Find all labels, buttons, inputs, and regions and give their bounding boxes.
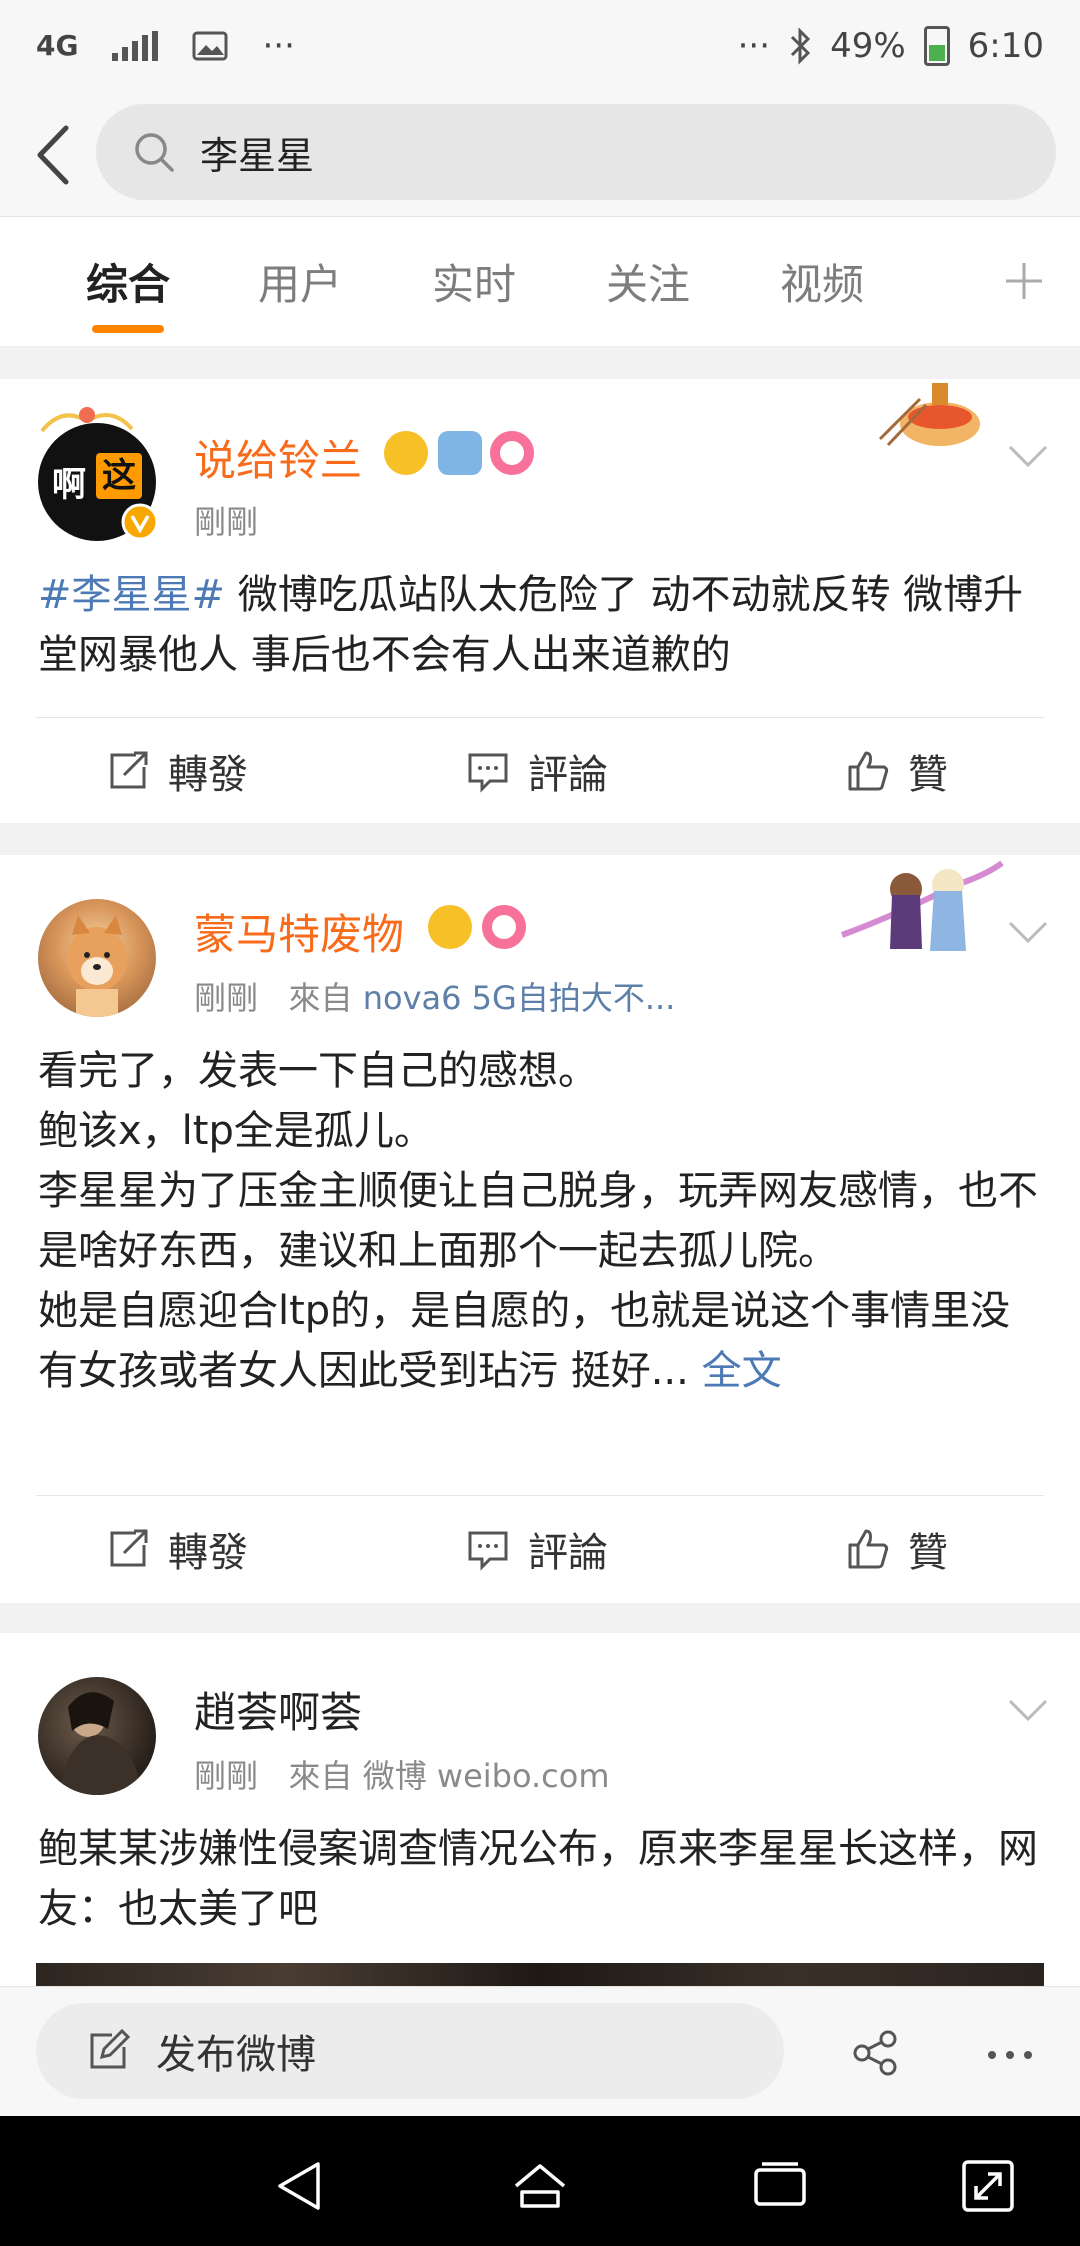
source-prefix: 來自 xyxy=(288,1757,353,1795)
shiba-dog-image xyxy=(67,915,127,1017)
signal-icon xyxy=(112,31,159,61)
post-text-line: 李星星为了压金主顺便让自己脱身，玩弄网友感情，也不是啥好东西，建议和上面那个一起… xyxy=(38,1168,1038,1274)
network-type: 4G xyxy=(36,29,79,62)
source-prefix: 來自 xyxy=(288,979,353,1017)
thumbs-up-icon xyxy=(848,1529,889,1569)
donut-badge-icon xyxy=(482,905,526,949)
post-image[interactable] xyxy=(36,1963,1044,1986)
back-arrow-icon[interactable] xyxy=(26,120,86,190)
tab-following[interactable]: 关注 xyxy=(606,251,690,312)
nav-back-icon[interactable] xyxy=(272,2158,328,2214)
nav-recents-icon[interactable] xyxy=(752,2158,808,2214)
avatar-text: 这 xyxy=(96,453,142,499)
chevron-down-icon[interactable] xyxy=(1006,441,1050,471)
battery-percent: 49% xyxy=(830,26,906,66)
more-options-icon[interactable] xyxy=(986,2049,1034,2061)
frozen-card-decoration xyxy=(840,860,1004,951)
post-time: 剛剛 xyxy=(194,1757,259,1795)
more-notifications-icon: ··· xyxy=(262,26,295,66)
tab-users[interactable]: 用户 xyxy=(258,251,342,312)
like-label: 贊 xyxy=(908,752,948,798)
username[interactable]: 说给铃兰 xyxy=(194,427,362,488)
source-link[interactable]: nova6 5G自拍大不... xyxy=(363,979,676,1017)
bluetooth-icon xyxy=(791,27,811,65)
post-time: 剛剛 xyxy=(194,979,259,1017)
search-icon xyxy=(135,133,174,172)
tab-bar: 综合 用户 实时 关注 视频 xyxy=(0,217,1080,347)
donut-badge-icon xyxy=(490,431,534,475)
hashtag-link[interactable]: #李星星# xyxy=(38,572,225,618)
post-meta: 剛剛 來自 nova6 5G自拍大不... xyxy=(194,973,675,1019)
post-meta: 剛剛 來自 微博 weibo.com xyxy=(194,1751,610,1797)
search-header: 李星星 xyxy=(0,92,1080,217)
nav-fullscreen-icon[interactable] xyxy=(960,2158,1016,2214)
avatar-text: 啊 xyxy=(52,465,86,505)
thumbs-up-icon xyxy=(848,751,889,791)
repost-button[interactable]: 轉發 xyxy=(106,1497,248,1601)
compose-button[interactable]: 发布微博 xyxy=(36,2003,784,2099)
tab-comprehensive[interactable]: 综合 xyxy=(86,251,170,312)
like-label: 贊 xyxy=(908,1530,948,1576)
verified-badge-icon xyxy=(121,503,159,541)
chevron-down-icon[interactable] xyxy=(1006,1695,1050,1725)
edit-icon xyxy=(90,2029,130,2069)
compose-bar: 发布微博 xyxy=(0,1986,1080,2116)
backpack-badge-icon xyxy=(438,431,482,475)
image-icon xyxy=(192,31,228,61)
post-card: 啊 这 说给铃兰 剛剛 #李星星# 微博吃瓜站队太危险了 动不动就反转 微博升堂… xyxy=(0,379,1080,823)
avatar[interactable] xyxy=(38,899,156,1017)
status-bar: 4G ··· ··· 49% 6:10 xyxy=(0,0,1080,92)
search-query: 李星星 xyxy=(200,133,315,178)
tab-video[interactable]: 视频 xyxy=(780,251,864,312)
like-button[interactable]: 贊 xyxy=(846,1497,948,1601)
compose-label: 发布微博 xyxy=(156,2032,316,2078)
repost-label: 轉發 xyxy=(168,1530,248,1576)
username[interactable]: 趙荟啊荟 xyxy=(194,1679,362,1740)
divider xyxy=(36,717,1044,718)
system-nav-bar xyxy=(0,2116,1080,2246)
divider xyxy=(36,1495,1044,1496)
hotpot-card-decoration xyxy=(878,383,980,447)
vip-crown-icon xyxy=(428,905,472,949)
clock: 6:10 xyxy=(967,26,1044,66)
repost-icon xyxy=(110,751,148,789)
portrait-image xyxy=(58,1692,142,1795)
comment-button[interactable]: 評論 xyxy=(466,1497,608,1601)
post-card: 蒙马特废物 剛剛 來自 nova6 5G自拍大不... 看完了，发表一下自己的感… xyxy=(0,855,1080,1603)
comment-label: 評論 xyxy=(528,1530,608,1576)
post-text-line: 看完了，发表一下自己的感想。 xyxy=(38,1048,598,1094)
nav-home-icon[interactable] xyxy=(512,2158,568,2214)
repost-button[interactable]: 轉發 xyxy=(106,719,248,823)
post-text-line: 她是自愿迎合ltp的，是自愿的，也就是说这个事情里没有女孩或者女人因此受到玷污 … xyxy=(38,1288,1011,1394)
avatar-frame-decoration xyxy=(40,407,134,433)
username[interactable]: 蒙马特废物 xyxy=(194,901,404,962)
chevron-down-icon[interactable] xyxy=(1006,917,1050,947)
action-bar: 轉發 評論 贊 xyxy=(0,1497,1080,1601)
post-text: #李星星# 微博吃瓜站队太危险了 动不动就反转 微博升堂网暴他人 事后也不会有人… xyxy=(38,565,1042,685)
post-card: 趙荟啊荟 剛剛 來自 微博 weibo.com 鲍某某涉嫌性侵案调查情况公布，原… xyxy=(0,1633,1080,1986)
post-time: 剛剛 xyxy=(194,503,259,541)
read-more-link[interactable]: 全文 xyxy=(702,1348,782,1394)
vip-crown-icon xyxy=(384,431,428,475)
repost-icon xyxy=(110,1529,148,1567)
like-button[interactable]: 贊 xyxy=(846,719,948,823)
action-bar: 轉發 評論 贊 xyxy=(0,719,1080,823)
comment-button[interactable]: 評論 xyxy=(466,719,608,823)
status-dots: ··· xyxy=(737,26,771,66)
repost-label: 轉發 xyxy=(168,752,248,798)
plus-icon[interactable] xyxy=(1002,259,1046,303)
post-text: 鲍某某涉嫌性侵案调查情况公布，原来李星星长这样，网友：也太美了吧 xyxy=(38,1826,1038,1932)
post-text-line: 鲍该x，ltp全是孤儿。 xyxy=(38,1108,434,1154)
battery-icon xyxy=(923,26,950,66)
post-text: 看完了，发表一下自己的感想。 鲍该x，ltp全是孤儿。 李星星为了压金主顺便让自… xyxy=(38,1041,1042,1401)
tab-realtime[interactable]: 实时 xyxy=(432,251,516,312)
active-tab-indicator xyxy=(92,325,164,333)
comment-icon xyxy=(468,1531,508,1571)
comment-icon xyxy=(468,753,508,793)
source-link[interactable]: 微博 weibo.com xyxy=(363,1757,610,1795)
avatar[interactable] xyxy=(38,1677,156,1795)
share-icon[interactable] xyxy=(852,2029,900,2077)
search-input[interactable]: 李星星 xyxy=(96,104,1056,200)
comment-label: 評論 xyxy=(528,752,608,798)
